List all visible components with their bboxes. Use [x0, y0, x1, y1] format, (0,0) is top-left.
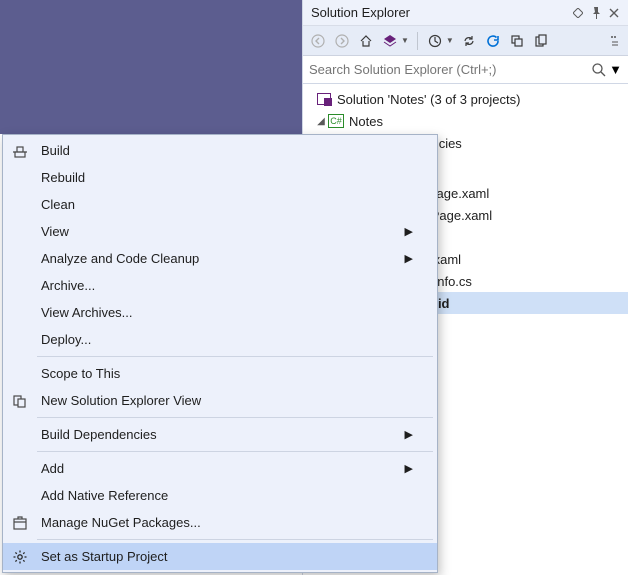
panel-titlebar: Solution Explorer	[303, 0, 628, 26]
menu-rebuild[interactable]: Rebuild	[3, 164, 437, 191]
forward-icon[interactable]	[331, 30, 353, 52]
panel-toolbar: ▼ ▼	[303, 26, 628, 56]
dropdown-icon[interactable]: ▼	[446, 36, 454, 45]
gear-icon	[3, 549, 37, 565]
pin-icon[interactable]	[588, 5, 604, 21]
menu-add[interactable]: Add▶	[3, 455, 437, 482]
csharp-project-icon: C#	[327, 113, 345, 129]
menu-add-native[interactable]: Add Native Reference	[3, 482, 437, 509]
pending-changes-icon[interactable]	[424, 30, 446, 52]
menu-separator	[37, 356, 433, 357]
menu-separator	[37, 539, 433, 540]
context-menu: Build Rebuild Clean View▶ Analyze and Co…	[2, 134, 438, 573]
menu-analyze[interactable]: Analyze and Code Cleanup▶	[3, 245, 437, 272]
sync-icon[interactable]	[458, 30, 480, 52]
nuget-icon	[3, 515, 37, 531]
solution-node[interactable]: Solution 'Notes' (3 of 3 projects)	[303, 88, 628, 110]
build-icon	[3, 143, 37, 159]
menu-set-startup[interactable]: Set as Startup Project	[3, 543, 437, 570]
menu-build[interactable]: Build	[3, 137, 437, 164]
menu-deploy[interactable]: Deploy...	[3, 326, 437, 353]
show-all-files-icon[interactable]	[530, 30, 552, 52]
project-node[interactable]: ◢ C# Notes	[303, 110, 628, 132]
back-icon[interactable]	[307, 30, 329, 52]
submenu-arrow-icon: ▶	[405, 252, 413, 265]
refresh-icon[interactable]	[482, 30, 504, 52]
search-bar: ▼	[303, 56, 628, 84]
search-icon[interactable]	[591, 62, 607, 78]
toolbar-separator	[417, 32, 418, 50]
menu-scope[interactable]: Scope to This	[3, 360, 437, 387]
submenu-arrow-icon: ▶	[405, 428, 413, 441]
search-input[interactable]	[309, 62, 591, 77]
home-icon[interactable]	[355, 30, 377, 52]
switch-views-icon[interactable]	[379, 30, 401, 52]
menu-archive[interactable]: Archive...	[3, 272, 437, 299]
search-dropdown-icon[interactable]: ▼	[609, 62, 622, 77]
solution-icon	[315, 91, 333, 107]
menu-new-view[interactable]: New Solution Explorer View	[3, 387, 437, 414]
expand-icon[interactable]: ◢	[315, 116, 327, 127]
menu-view-archives[interactable]: View Archives...	[3, 299, 437, 326]
dropdown-icon[interactable]: ▼	[401, 36, 409, 45]
menu-build-deps[interactable]: Build Dependencies▶	[3, 421, 437, 448]
menu-nuget[interactable]: Manage NuGet Packages...	[3, 509, 437, 536]
close-icon[interactable]	[606, 5, 622, 21]
collapse-all-icon[interactable]	[506, 30, 528, 52]
new-view-icon	[3, 393, 37, 409]
menu-clean[interactable]: Clean	[3, 191, 437, 218]
panel-title: Solution Explorer	[311, 5, 568, 20]
submenu-arrow-icon: ▶	[405, 225, 413, 238]
toolbar-overflow-icon[interactable]	[610, 34, 624, 48]
submenu-arrow-icon: ▶	[405, 462, 413, 475]
menu-separator	[37, 417, 433, 418]
editor-background	[0, 0, 302, 134]
menu-separator	[37, 451, 433, 452]
window-position-icon[interactable]	[570, 5, 586, 21]
menu-view[interactable]: View▶	[3, 218, 437, 245]
